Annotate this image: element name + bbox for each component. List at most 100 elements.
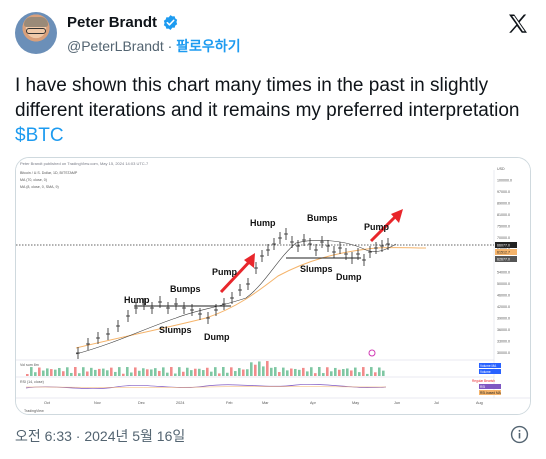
trading-chart: Peter Brandt published on TradingView.co… [16, 158, 530, 414]
volume-bar [198, 368, 201, 376]
volume-bar [74, 367, 77, 376]
cashtag-link[interactable]: $BTC [15, 125, 64, 146]
handle-row: @PeterLBrandt · 팔로우하기 [67, 36, 241, 56]
volume-bar [70, 372, 73, 376]
volume-bar [310, 367, 313, 376]
chart-image[interactable]: Peter Brandt published on TradingView.co… [15, 157, 531, 415]
volume-bar [366, 373, 369, 376]
volume-bar [90, 367, 93, 376]
volume-bar [298, 369, 301, 376]
volume-bar [82, 367, 85, 376]
rsi-regular-bearish: Regular Bearish [472, 379, 495, 383]
volume-bar [50, 369, 53, 376]
volume-bar [106, 370, 109, 376]
volume-bar [266, 361, 269, 376]
volume-bar [138, 370, 141, 376]
annotation-dump-1: Dump [204, 332, 230, 342]
volume-bar [370, 367, 373, 376]
avatar-glasses [26, 28, 46, 34]
volume-ma-tag: Volume MA [480, 364, 497, 368]
volume-bar [30, 367, 33, 376]
x-axis-label: Mar [262, 401, 269, 405]
volume-bar [126, 367, 129, 376]
volume-bar [334, 367, 337, 376]
volume-bar [34, 372, 37, 376]
volume-bar [250, 362, 253, 376]
x-axis-label: Feb [226, 401, 233, 405]
volume-bar [58, 367, 61, 376]
x-axis-label: May [352, 401, 359, 405]
tweet-body: I have shown this chart many times in th… [15, 75, 520, 121]
volume-bar [306, 371, 309, 376]
volume-bar [358, 372, 361, 376]
volume-bar [254, 364, 257, 376]
y-axis-label: USD [497, 167, 505, 171]
volume-bar [38, 367, 41, 376]
y-axis-label: 39000.0 [497, 317, 510, 321]
volume-bar [178, 367, 181, 376]
volume-bar [66, 367, 69, 376]
tradingview-brand: TradingView [24, 409, 44, 413]
y-axis-label: 75000.0 [497, 225, 510, 229]
volume-bar [354, 367, 357, 376]
volume-bar [286, 370, 289, 376]
price-tag-1: 66077.0 [497, 244, 510, 248]
y-axis-label: 100000.0 [497, 179, 512, 183]
y-axis-label: 54000.0 [497, 271, 510, 275]
volume-bar [94, 369, 97, 376]
annotation-bumps-1: Bumps [170, 284, 201, 294]
volume-bar [182, 371, 185, 376]
volume-bar [258, 361, 261, 376]
volume-bar [202, 370, 205, 376]
annotation-pump-1: Pump [212, 267, 238, 277]
volume-bar [378, 367, 381, 376]
y-axis-label: 81000.0 [497, 213, 510, 217]
volume-bar [294, 368, 297, 376]
x-axis-label: Apr [310, 401, 317, 405]
annotation-dump-2: Dump [336, 272, 362, 282]
author-handle[interactable]: @PeterLBrandt [67, 38, 164, 54]
volume-bar [346, 368, 349, 376]
annotation-pump-2: Pump [364, 222, 390, 232]
follow-button[interactable]: 팔로우하기 [176, 38, 240, 54]
annotation-hump-1: Hump [124, 295, 150, 305]
volume-bar [314, 373, 317, 376]
annotation-bumps-2: Bumps [307, 213, 338, 223]
volume-bar [246, 369, 249, 376]
volume-bar [278, 372, 281, 376]
x-axis-label: Dec [138, 401, 145, 405]
volume-tag: Volume [480, 370, 491, 374]
tweet-text: I have shown this chart many times in th… [15, 73, 535, 148]
tweet-timestamp[interactable]: 오전 6:33 · 2024년 5월 16일 [15, 426, 185, 446]
volume-bar [226, 372, 229, 376]
y-axis-label: 36000.0 [497, 328, 510, 332]
volume-bar [166, 372, 169, 376]
volume-bar [330, 371, 333, 376]
rsi-tag: RSI [480, 385, 485, 389]
volume-bar [26, 374, 29, 376]
volume-bar [374, 372, 377, 376]
volume-bar [190, 370, 193, 376]
chart-ma-1: MA (70, close, 0) [20, 178, 47, 182]
x-logo-icon[interactable] [506, 12, 530, 36]
info-icon[interactable] [510, 425, 529, 444]
annotation-slumps-2: Slumps [300, 264, 333, 274]
y-axis-label: 46000.0 [497, 294, 510, 298]
volume-bar [142, 368, 145, 376]
volume-bar [230, 367, 233, 376]
author-avatar[interactable] [15, 12, 57, 54]
annotation-slumps-1: Slumps [159, 325, 192, 335]
rsi-ma-tag: RSI-based MA [480, 391, 502, 395]
volume-bar [170, 367, 173, 376]
volume-label: Vol sum 8m [20, 363, 39, 367]
volume-bar [350, 370, 353, 376]
volume-bar [134, 367, 137, 376]
volume-bar [162, 367, 165, 376]
volume-bar [110, 367, 113, 376]
x-axis-label: Aug [476, 401, 483, 405]
author-name[interactable]: Peter Brandt [67, 14, 157, 31]
volume-bar [62, 371, 65, 376]
rsi-label: RSI (14, close) [20, 380, 44, 384]
volume-bar [214, 367, 217, 376]
volume-bar [114, 371, 117, 376]
